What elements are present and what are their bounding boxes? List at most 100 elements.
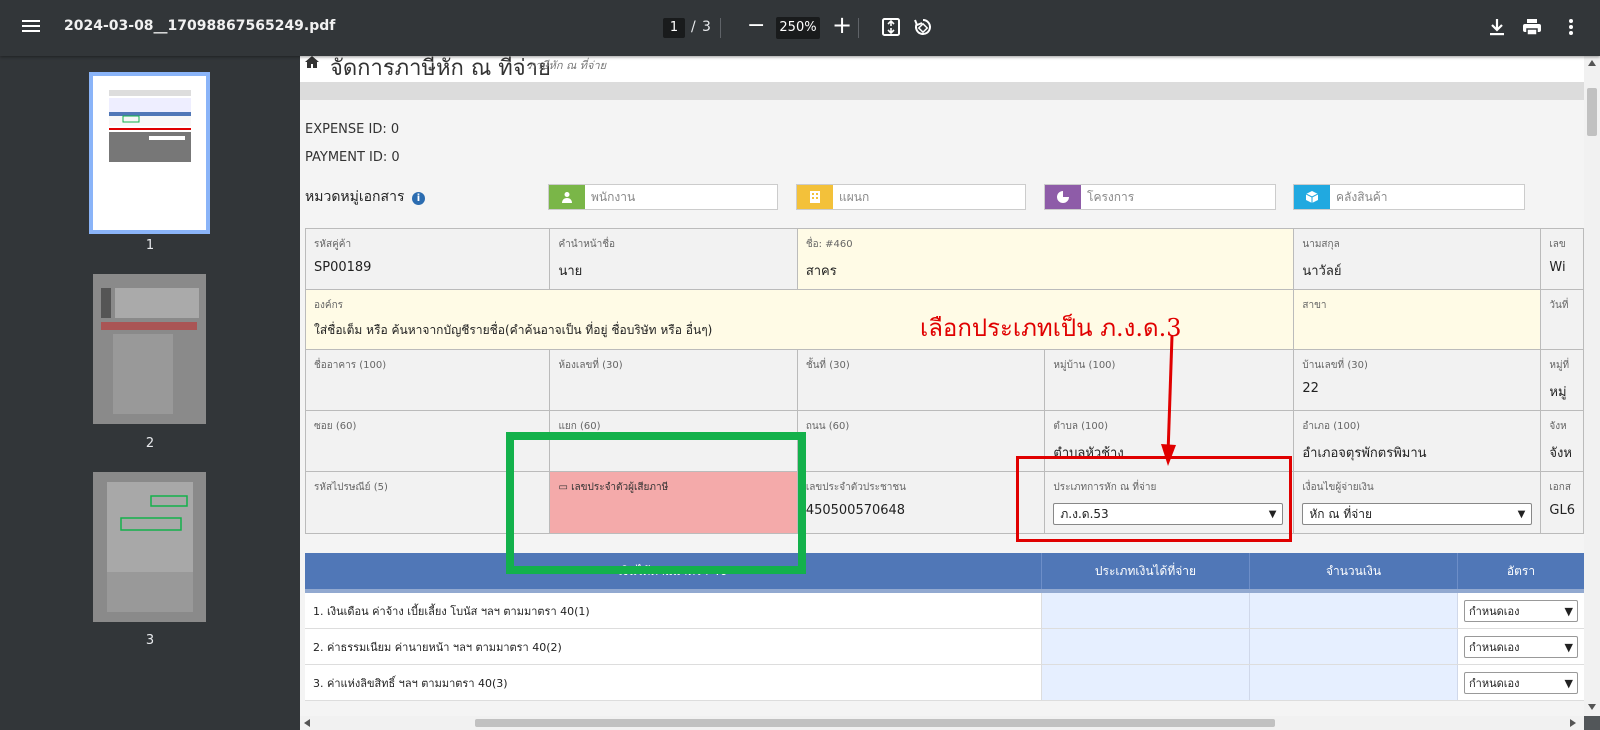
annotation-green-box	[506, 432, 806, 574]
rate-select[interactable]: กำหนดเอง ▼	[1464, 600, 1578, 622]
income-type-input[interactable]	[1042, 629, 1250, 664]
home-icon[interactable]	[305, 56, 319, 68]
toolbar-divider	[858, 18, 859, 38]
amount-input[interactable]	[1250, 665, 1458, 700]
field-label: วันที่	[1549, 300, 1569, 311]
payer-condition-select[interactable]: หัก ณ ที่จ่าย ▼	[1302, 503, 1533, 525]
building-cell[interactable]: ชื่ออาคาร (100)	[304, 349, 551, 411]
district-cell[interactable]: อำเภอ (100) อำเภอจตุรพักตรพิมาน	[1293, 410, 1542, 472]
field-label: ชื่ออาคาร (100)	[314, 360, 387, 371]
field-label: จังห	[1549, 421, 1567, 432]
vendor-form-table: รหัสคู่ค้า SP00189 คำนำหน้าชื่อ นาย ชื่อ: …	[304, 228, 1584, 534]
table-row: 1. เงินเดือน ค่าจ้าง เบี้ยเลี้ยง โบนัส ฯ…	[305, 593, 1584, 629]
table-row: 3. ค่าแห่งลิขสิทธิ์ ฯลฯ ตามมาตรา 40(3) ก…	[305, 665, 1584, 701]
field-label: อำเภอ (100)	[1302, 421, 1361, 432]
select-value: กำหนดเอง	[1469, 605, 1520, 618]
rate-select[interactable]: กำหนดเอง ▼	[1464, 636, 1578, 658]
zoom-in-button[interactable]: +	[832, 11, 852, 39]
rotate-icon[interactable]	[912, 16, 934, 38]
department-placeholder: แผนก	[839, 190, 870, 204]
page-thumbnail-3[interactable]	[93, 472, 206, 622]
pdf-toolbar: 2024-03-08__17098867565249.pdf 1 / 3 − 2…	[0, 0, 1600, 56]
menu-icon[interactable]	[22, 17, 42, 37]
field-value: สาคร	[805, 264, 837, 279]
page-thumbnail-preview	[109, 90, 191, 162]
field-label: สาขา	[1302, 300, 1327, 311]
person-icon	[549, 185, 585, 209]
extra-cell[interactable]: จังห จังห	[1540, 410, 1584, 472]
field-label: รหัสคู่ค้า	[314, 239, 352, 250]
first-name-cell[interactable]: ชื่อ: #460 สาคร	[796, 228, 1295, 290]
road-cell[interactable]: ถนน (60)	[796, 410, 1046, 472]
annotation-highlight-box	[1016, 456, 1292, 542]
citizen-id-cell[interactable]: เลขประจำตัวประชาชน 450500570648	[796, 471, 1046, 534]
floor-cell[interactable]: ชั้นที่ (30)	[796, 349, 1046, 411]
download-icon[interactable]	[1486, 16, 1508, 38]
employee-input[interactable]: พนักงาน	[548, 184, 778, 210]
page-number-input[interactable]: 1	[663, 18, 685, 38]
field-label: เงื่อนไขผู้จ่ายเงิน	[1302, 482, 1374, 493]
vendor-code-cell[interactable]: รหัสคู่ค้า SP00189	[304, 228, 551, 290]
field-value: จังห	[1549, 446, 1572, 461]
warehouse-input[interactable]: คลังสินค้า	[1293, 184, 1525, 210]
income-rate-table: เงินได้ตามมาตรา 40 ประเภทเงินได้ที่จ่าย …	[305, 553, 1584, 701]
category-label-text: หมวดหมู่เอกสาร	[305, 189, 405, 205]
extra-cell[interactable]: เลข Wi	[1540, 228, 1584, 290]
page-subtitle: ภาษีหัก ณ ที่จ่าย	[528, 59, 607, 72]
room-cell[interactable]: ห้องเลขที่ (30)	[549, 349, 798, 411]
page-thumbnail-2[interactable]	[93, 274, 206, 424]
page-thumbnail-1[interactable]	[89, 72, 210, 234]
scrollbar-thumb[interactable]	[475, 719, 1275, 727]
field-value: หมู่	[1549, 385, 1567, 400]
field-label: ชื่อ: #460	[805, 239, 853, 250]
expense-id: EXPENSE ID: 0	[305, 122, 400, 137]
extra-cell[interactable]: เอกส GL6	[1540, 471, 1584, 534]
scroll-down-icon[interactable]	[1588, 704, 1596, 710]
payment-id: PAYMENT ID: 0	[305, 150, 400, 165]
field-value: 450500570648	[805, 503, 906, 518]
scrollbar-thumb[interactable]	[1587, 88, 1597, 136]
field-label: เลข	[1549, 239, 1566, 250]
extra-cell[interactable]: หมู่ที่หมู่	[1540, 349, 1584, 411]
table-row: 2. ค่าธรรมเนียม ค่านายหน้า ฯลฯ ตามมาตรา …	[305, 629, 1584, 665]
zoom-input[interactable]: 250%	[776, 17, 820, 39]
income-type-input[interactable]	[1042, 593, 1250, 628]
amount-input[interactable]	[1250, 593, 1458, 628]
field-label: ชั้นที่ (30)	[805, 360, 850, 371]
print-icon[interactable]	[1521, 16, 1543, 38]
zoom-out-button[interactable]: −	[747, 13, 765, 38]
field-value: อำเภอจตุรพักตรพิมาน	[1302, 446, 1427, 461]
page-thumbnail-label: 1	[145, 238, 155, 253]
select-value: กำหนดเอง	[1469, 641, 1520, 654]
scroll-right-icon[interactable]	[1570, 719, 1576, 727]
field-value: SP00189	[314, 260, 372, 275]
income-type-input[interactable]	[1042, 665, 1250, 700]
extra-cell[interactable]: วันที่	[1540, 289, 1584, 350]
document-viewport[interactable]: จัดการภาษีหัก ณ ที่จ่าย ภาษีหัก ณ ที่จ่า…	[300, 56, 1584, 716]
project-input[interactable]: โครงการ	[1044, 184, 1276, 210]
vertical-scrollbar[interactable]	[1584, 56, 1600, 716]
info-icon[interactable]: i	[411, 192, 425, 205]
chevron-down-icon: ▼	[1517, 508, 1526, 520]
header-cell: ประเภทเงินได้ที่จ่าย	[1042, 553, 1250, 589]
name-prefix-cell[interactable]: คำนำหน้าชื่อ นาย	[549, 228, 798, 290]
select-value: กำหนดเอง	[1469, 677, 1520, 690]
field-label: คำนำหน้าชื่อ	[558, 239, 616, 250]
select-value: หัก ณ ที่จ่าย	[1309, 506, 1373, 521]
horizontal-scrollbar[interactable]	[300, 716, 1584, 730]
project-placeholder: โครงการ	[1087, 190, 1135, 204]
scroll-up-icon[interactable]	[1588, 60, 1596, 66]
amount-input[interactable]	[1250, 629, 1458, 664]
page-title: จัดการภาษีหัก ณ ที่จ่าย	[330, 56, 551, 81]
warehouse-placeholder: คลังสินค้า	[1336, 190, 1388, 204]
house-number-cell[interactable]: บ้านเลขที่ (30) 22	[1293, 349, 1542, 411]
fit-page-icon[interactable]	[880, 16, 902, 38]
more-options-icon[interactable]	[1560, 16, 1582, 38]
surname-cell[interactable]: นามสกุล นาวัลย์	[1293, 228, 1542, 290]
rate-select[interactable]: กำหนดเอง ▼	[1464, 672, 1578, 694]
branch-cell[interactable]: สาขา	[1293, 289, 1542, 350]
department-input[interactable]: แผนก	[796, 184, 1026, 210]
field-label: หมู่ที่	[1549, 360, 1570, 371]
scroll-left-icon[interactable]	[304, 719, 310, 727]
page-separator: /	[691, 19, 696, 35]
